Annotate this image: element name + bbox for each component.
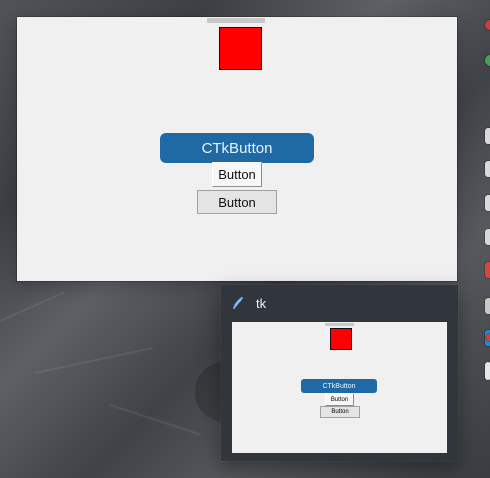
feather-icon: [233, 297, 243, 309]
preview-thumbnail[interactable]: CTkButton Button Button: [232, 322, 447, 453]
active-window-indicator[interactable]: [485, 362, 490, 380]
app-icon-small-gray[interactable]: [485, 298, 490, 314]
desktop-texture-line: [34, 347, 153, 374]
preview-button-secondary: Button: [320, 406, 360, 418]
terminal-icon[interactable]: [485, 195, 490, 211]
preview-header: tk: [221, 285, 458, 321]
button-secondary[interactable]: Button: [197, 190, 277, 214]
main-window: CTkButton Button Button: [17, 17, 457, 281]
terminal-icon[interactable]: [485, 229, 490, 245]
desktop-texture-line: [109, 404, 201, 436]
preview-button-primary: Button: [325, 393, 354, 406]
app-icon-green-orb[interactable]: [485, 55, 490, 66]
desktop-texture-line: [0, 291, 65, 322]
terminal-icon[interactable]: [485, 128, 490, 144]
preview-red-square: [330, 328, 352, 350]
taskbar-preview-panel[interactable]: tk CTkButton Button Button: [221, 285, 458, 461]
preview-title: tk: [256, 296, 267, 311]
top-scale-bar: [207, 18, 265, 23]
right-taskbar: [458, 0, 490, 478]
ctk-button[interactable]: CTkButton: [160, 133, 314, 163]
preview-top-scale-bar: [325, 323, 354, 326]
app-icon-red-dot[interactable]: [486, 334, 490, 341]
app-icon-red-stack[interactable]: [485, 262, 490, 278]
button-primary[interactable]: Button: [212, 162, 262, 187]
preview-ctk-button: CTkButton: [301, 379, 377, 393]
red-square: [219, 27, 262, 70]
app-icon-red-circle[interactable]: [485, 20, 490, 30]
terminal-icon[interactable]: [485, 161, 490, 177]
